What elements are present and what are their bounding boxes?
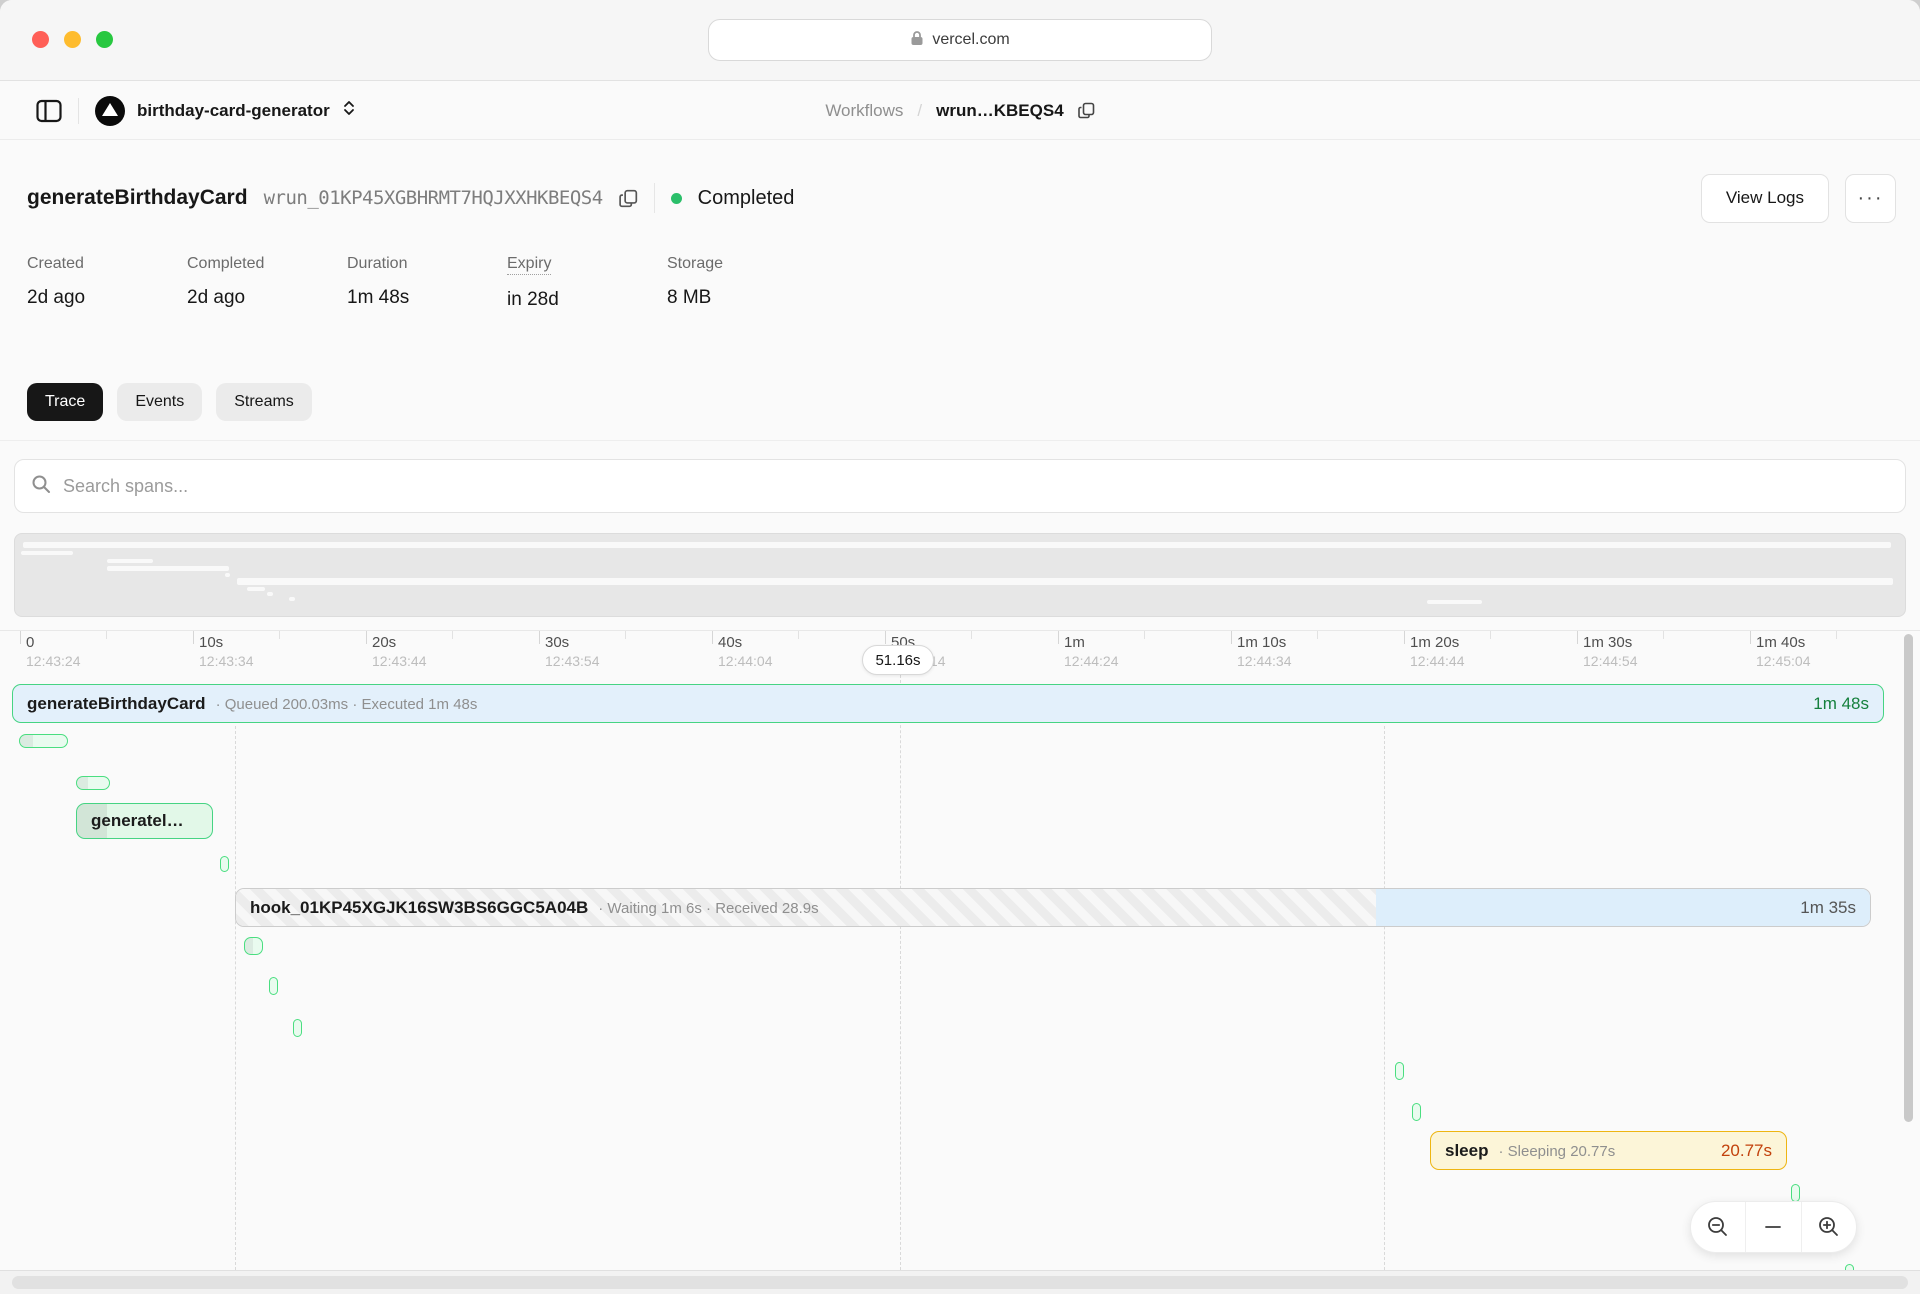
horizontal-scrollbar-track: [0, 1270, 1920, 1294]
trace-minimap[interactable]: [14, 533, 1906, 617]
zoom-reset-button[interactable]: [1745, 1202, 1800, 1252]
timeline-tick: 10s12:43:34: [193, 634, 254, 669]
nav-divider: [78, 98, 79, 124]
top-navigation: birthday-card-generator Workflows / wrun…: [0, 81, 1920, 140]
span-search: [14, 459, 1906, 513]
sidebar-toggle-button[interactable]: [36, 99, 62, 123]
tab-trace[interactable]: Trace: [27, 383, 103, 421]
copy-run-id-button[interactable]: [1078, 102, 1095, 119]
zoom-out-button[interactable]: [1691, 1202, 1745, 1252]
gridline: [235, 726, 236, 1270]
vercel-logo-icon: [95, 96, 125, 126]
span-duration: 1m 35s: [1800, 898, 1856, 918]
hook-received-segment: [1376, 889, 1870, 926]
tab-events[interactable]: Events: [117, 383, 202, 421]
meta-storage: Storage 8 MB: [667, 255, 827, 311]
breadcrumb-separator: /: [917, 101, 922, 121]
timeline-tick: 012:43:24: [20, 634, 81, 669]
meta-completed: Completed 2d ago: [187, 255, 347, 311]
zoom-in-button[interactable]: [1801, 1202, 1856, 1252]
timeline-tick: 1m 40s12:45:04: [1750, 634, 1811, 669]
run-header: generateBirthdayCard wrun_01KP45XGBHRMT7…: [27, 172, 1896, 224]
timeline-ruler: 012:43:24 10s12:43:34 20s12:43:44 30s12:…: [0, 630, 1920, 670]
breadcrumb-run-id: wrun…KBEQS4: [936, 101, 1064, 121]
timeline-tick: 1m12:44:24: [1058, 634, 1119, 669]
status-dot: [671, 193, 682, 204]
horizontal-scrollbar-thumb[interactable]: [12, 1276, 1908, 1289]
section-divider: [0, 440, 1920, 441]
timeline-tick: 20s12:43:44: [366, 634, 427, 669]
timeline-tick: 1m 10s12:44:34: [1231, 634, 1292, 669]
lock-icon: [910, 30, 924, 51]
status-label: Completed: [698, 187, 795, 210]
tab-streams[interactable]: Streams: [216, 383, 312, 421]
zoom-window-button[interactable]: [96, 31, 113, 48]
address-bar[interactable]: vercel.com: [708, 19, 1212, 61]
zoom-controls: [1690, 1201, 1857, 1253]
run-name: generateBirthdayCard: [27, 186, 248, 210]
timeline-tick: 1m 20s12:44:44: [1404, 634, 1465, 669]
browser-chrome: vercel.com: [0, 0, 1920, 81]
gridline: [1384, 726, 1385, 1270]
span-child[interactable]: [1412, 1103, 1421, 1121]
span-generateBirthdayCard[interactable]: generateBirthdayCard · Queued 200.03ms ·…: [12, 684, 1884, 723]
close-window-button[interactable]: [32, 31, 49, 48]
chevron-updown-icon: [342, 98, 356, 123]
search-spans-input[interactable]: [63, 476, 1889, 497]
timeline-tick: 40s12:44:04: [712, 634, 773, 669]
time-marker-badge: 51.16s: [862, 645, 934, 675]
span-duration: 20.77s: [1721, 1141, 1772, 1161]
span-child[interactable]: [269, 977, 278, 995]
meta-created: Created 2d ago: [27, 255, 187, 311]
timeline-tick: 1m 30s12:44:54: [1577, 634, 1638, 669]
run-id: wrun_01KP45XGBHRMT7HQJXXHKBEQS4: [264, 187, 603, 209]
vertical-scrollbar[interactable]: [1904, 634, 1913, 1122]
search-icon: [31, 474, 51, 499]
span-child[interactable]: [76, 776, 110, 790]
span-child[interactable]: [293, 1019, 302, 1037]
span-child[interactable]: [220, 856, 229, 872]
meta-expiry: Expiry in 28d: [507, 255, 667, 311]
meta-duration: Duration 1m 48s: [347, 255, 507, 311]
project-name: birthday-card-generator: [137, 101, 330, 121]
view-tabs: Trace Events Streams: [27, 383, 312, 421]
browser-window: vercel.com birthday-card-generator Workf…: [0, 0, 1920, 1294]
span-sleep[interactable]: sleep · Sleeping 20.77s 20.77s: [1430, 1131, 1787, 1170]
more-actions-button[interactable]: ···: [1845, 174, 1896, 223]
span-child[interactable]: [19, 734, 68, 748]
timeline-tick: 30s12:43:54: [539, 634, 600, 669]
copy-full-run-id-button[interactable]: [619, 189, 638, 208]
span-hook[interactable]: hook_01KP45XGJK16SW3BS6GGC5A04B · Waitin…: [235, 888, 1871, 927]
span-generateImage[interactable]: generatel…: [76, 803, 213, 839]
span-duration: 1m 48s: [1813, 694, 1869, 714]
gridline: [900, 670, 901, 1270]
span-child[interactable]: [1395, 1062, 1404, 1080]
span-child[interactable]: [1791, 1184, 1800, 1202]
breadcrumb-workflows-link[interactable]: Workflows: [825, 101, 903, 121]
window-controls: [32, 31, 113, 48]
minimize-window-button[interactable]: [64, 31, 81, 48]
trace-canvas: generateBirthdayCard · Queued 200.03ms ·…: [0, 670, 1920, 1270]
span-child[interactable]: [244, 937, 263, 955]
header-divider: [654, 183, 655, 213]
run-metadata: Created 2d ago Completed 2d ago Duration…: [27, 255, 827, 311]
view-logs-button[interactable]: View Logs: [1701, 174, 1829, 223]
project-switcher[interactable]: birthday-card-generator: [95, 96, 356, 126]
address-bar-url: vercel.com: [932, 31, 1009, 49]
